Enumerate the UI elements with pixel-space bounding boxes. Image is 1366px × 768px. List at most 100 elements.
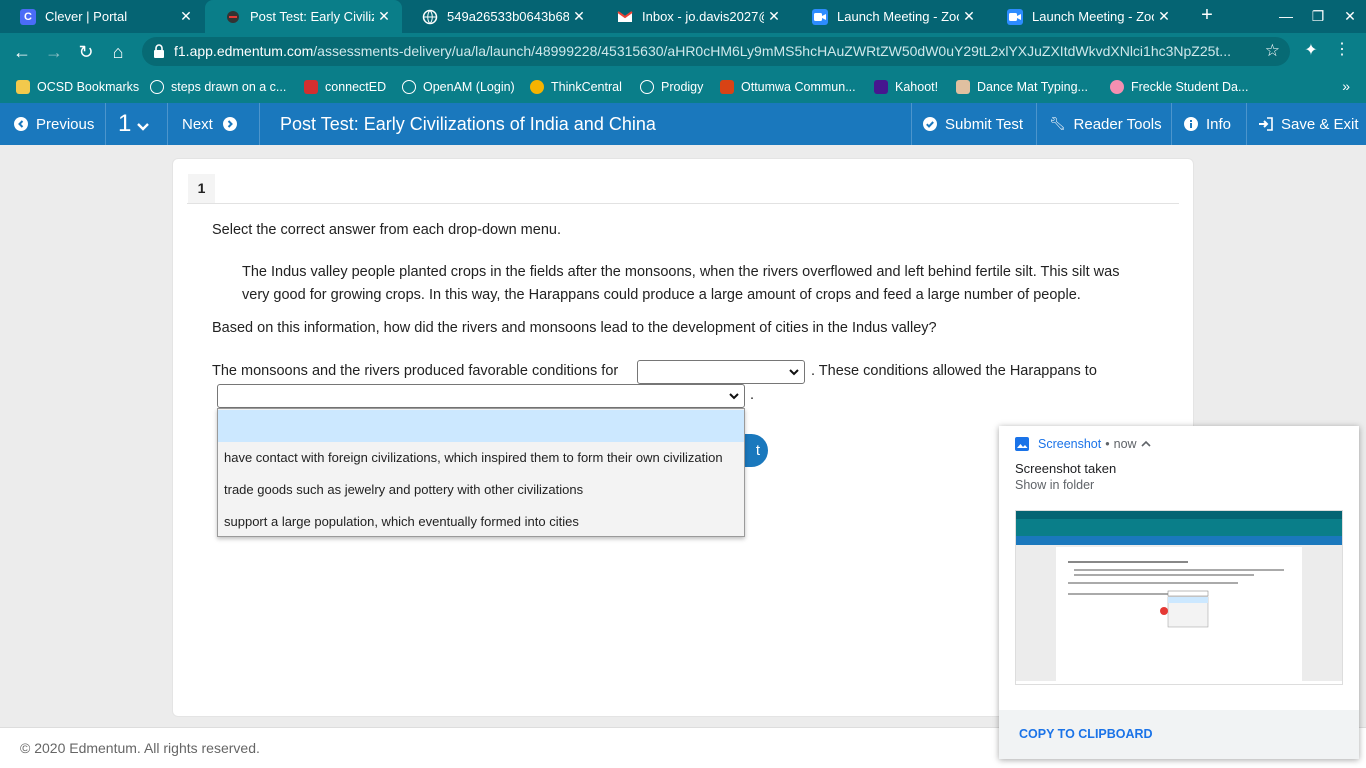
tab-clever[interactable]: C Clever | Portal ✕	[0, 0, 204, 33]
copyright-text: © 2020 Edmentum. All rights reserved.	[20, 740, 260, 756]
header-divider	[1171, 103, 1172, 145]
tab-hash[interactable]: 549a26533b0643b688c ✕	[402, 0, 597, 33]
info-icon	[1184, 117, 1198, 131]
tab-inbox[interactable]: Inbox - jo.davis2027@ot ✕	[597, 0, 792, 33]
folder-icon	[16, 79, 30, 94]
tab-title: Post Test: Early Civilizati	[250, 9, 374, 24]
extensions-puzzle-icon[interactable]: ✦	[1300, 40, 1322, 60]
next-button[interactable]: Next	[182, 103, 237, 145]
previous-circle-icon	[14, 117, 28, 131]
new-tab-icon[interactable]: +	[1195, 4, 1219, 28]
close-icon[interactable]: ✕	[374, 8, 394, 25]
answer-dropdown-1[interactable]	[637, 360, 805, 384]
tab-title: 549a26533b0643b688c	[447, 9, 569, 24]
mcgraw-hill-icon	[304, 79, 318, 94]
screenshot-notification[interactable]: Screenshot • now Screenshot taken Show i…	[999, 426, 1359, 759]
dropdown-option-large-population[interactable]: support a large population, which eventu…	[218, 506, 744, 538]
globe-icon	[150, 79, 164, 94]
check-circle-icon	[923, 117, 937, 131]
menu-kebab-icon[interactable]: ⋮	[1331, 39, 1353, 59]
bookmark-connected[interactable]: connectED	[304, 70, 386, 103]
bookmark-ocsd[interactable]: OCSD Bookmarks	[16, 70, 139, 103]
passage-line-2: very good for growing crops. In this way…	[242, 287, 1081, 303]
browser-tab-strip: C Clever | Portal ✕ Post Test: Early Civ…	[0, 0, 1366, 33]
tab-zoom-2[interactable]: Launch Meeting - Zoom ✕	[987, 0, 1182, 33]
tab-title: Clever | Portal	[45, 9, 128, 24]
notification-header: Screenshot • now	[1015, 437, 1151, 451]
forward-arrow-icon[interactable]: →	[41, 39, 67, 65]
tab-title: Inbox - jo.davis2027@ot	[642, 9, 764, 24]
close-icon[interactable]: ✕	[176, 8, 196, 25]
dropdown-option-blank[interactable]	[218, 410, 744, 442]
edmentum-icon	[225, 9, 241, 25]
back-arrow-icon[interactable]: ←	[9, 39, 35, 65]
browser-toolbar: ← → ↻ ⌂ f1.app.edmentum.com/assessments-…	[0, 33, 1366, 70]
bookmark-steps[interactable]: steps drawn on a c...	[150, 70, 286, 103]
gmail-icon	[617, 9, 633, 25]
notification-actions: COPY TO CLIPBOARD	[999, 710, 1359, 759]
address-bar[interactable]: f1.app.edmentum.com/assessments-delivery…	[142, 37, 1290, 66]
divider	[187, 203, 1179, 204]
close-icon[interactable]: ✕	[569, 8, 589, 25]
tab-zoom-1[interactable]: Launch Meeting - Zoom ✕	[792, 0, 987, 33]
notification-title: Screenshot taken	[1015, 461, 1117, 476]
globe-icon	[422, 9, 438, 25]
chevron-up-icon[interactable]	[1140, 440, 1151, 448]
kahoot-icon	[874, 79, 888, 94]
lock-icon	[154, 44, 164, 58]
tab-title: Launch Meeting - Zoom	[1032, 9, 1154, 24]
instruction-text: Select the correct answer from each drop…	[212, 222, 561, 238]
bookmark-openam[interactable]: OpenAM (Login)	[402, 70, 515, 103]
wrench-icon: 🔧︎	[1049, 116, 1066, 131]
tab-title: Launch Meeting - Zoom	[837, 9, 959, 24]
minimize-icon[interactable]: —	[1270, 0, 1302, 33]
home-icon[interactable]: ⌂	[105, 39, 131, 65]
bookmark-thinkcentral[interactable]: ThinkCentral	[530, 70, 622, 103]
bookmarks-overflow-icon[interactable]: »	[1342, 78, 1350, 94]
screenshot-thumbnail[interactable]	[1015, 510, 1343, 685]
tab-post-test[interactable]: Post Test: Early Civilizati ✕	[205, 0, 402, 33]
previous-button[interactable]: Previous	[14, 103, 94, 145]
close-icon[interactable]: ✕	[959, 8, 979, 25]
image-icon	[1015, 437, 1029, 451]
assessment-header: Previous 1 Next Post Test: Early Civiliz…	[0, 103, 1366, 145]
screenshot-preview-image	[1016, 511, 1342, 684]
close-icon[interactable]: ✕	[764, 8, 784, 25]
freckle-icon	[1110, 79, 1124, 94]
sentence-part-2: . These conditions allowed the Harappans…	[811, 363, 1097, 379]
header-divider	[167, 103, 168, 145]
reload-icon[interactable]: ↻	[73, 39, 99, 65]
globe-icon	[640, 79, 654, 94]
submit-test-button[interactable]: Submit Test	[923, 103, 1023, 145]
question-selector[interactable]: 1	[118, 103, 150, 145]
sentence-part-1: The monsoons and the rivers produced fav…	[212, 363, 619, 379]
reader-tools-button[interactable]: 🔧︎ Reader Tools	[1049, 103, 1162, 145]
dropdown-option-foreign-contact[interactable]: have contact with foreign civilizations,…	[218, 442, 744, 474]
bookmark-freckle[interactable]: Freckle Student Da...	[1110, 70, 1248, 103]
zoom-icon	[1007, 8, 1023, 25]
next-circle-icon	[222, 117, 237, 131]
header-divider	[1036, 103, 1037, 145]
copy-to-clipboard-button[interactable]: COPY TO CLIPBOARD	[1019, 727, 1153, 741]
bookmark-ottumwa[interactable]: Ottumwa Commun...	[720, 70, 856, 103]
info-button[interactable]: Info	[1184, 103, 1231, 145]
question-number-tab: 1	[188, 174, 215, 203]
sign-out-icon	[1259, 117, 1273, 131]
restore-icon[interactable]: ❐	[1302, 0, 1334, 33]
bookmark-prodigy[interactable]: Prodigy	[640, 70, 703, 103]
chevron-down-icon	[137, 123, 150, 131]
bookmark-dance-mat[interactable]: Dance Mat Typing...	[956, 70, 1088, 103]
answer-dropdown-2[interactable]	[217, 384, 745, 408]
question-prompt: Based on this information, how did the r…	[212, 320, 937, 336]
show-in-folder-link[interactable]: Show in folder	[1015, 478, 1094, 492]
clever-icon: C	[20, 8, 36, 25]
header-divider	[1246, 103, 1247, 145]
header-divider	[105, 103, 106, 145]
bookmark-kahoot[interactable]: Kahoot!	[874, 70, 938, 103]
close-icon[interactable]: ✕	[1154, 8, 1174, 25]
sentence-end: .	[750, 387, 755, 403]
bookmark-star-icon[interactable]: ☆	[1265, 41, 1280, 61]
dropdown-option-trade-goods[interactable]: trade goods such as jewelry and pottery …	[218, 474, 744, 506]
save-exit-button[interactable]: Save & Exit	[1258, 103, 1359, 145]
window-close-icon[interactable]: ✕	[1334, 0, 1366, 33]
